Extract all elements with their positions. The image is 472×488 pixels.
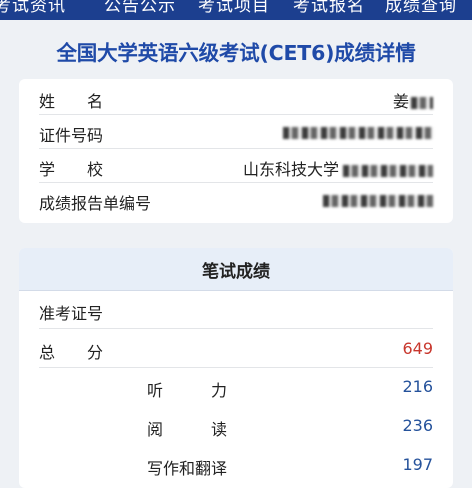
report-number-value xyxy=(323,190,433,209)
nav-item-news[interactable]: 考试资讯 xyxy=(0,0,66,16)
id-number-value xyxy=(283,122,433,141)
id-number-label: 证件号码 xyxy=(39,126,104,145)
reading-score: 236 xyxy=(402,416,433,435)
nav-item-announcements[interactable]: 公告公示 xyxy=(104,0,176,16)
reading-row: 阅 读 236 xyxy=(19,407,453,445)
listening-score: 216 xyxy=(402,377,433,396)
school-label: 学 校 xyxy=(39,160,104,179)
ticket-number-label: 准考证号 xyxy=(39,304,104,323)
writing-translation-label: 写作和翻译 xyxy=(147,459,228,478)
info-row-name: 姓 名 姜 xyxy=(19,81,453,115)
top-nav: 考试资讯 公告公示 考试项目 考试报名 成绩查询 xyxy=(0,0,472,20)
total-score-value: 649 xyxy=(402,339,433,358)
written-score-card: 笔试成绩 准考证号 总 分 649 听 力 216 阅 读 236 写作和翻译 … xyxy=(19,248,453,488)
total-score-row: 总 分 649 xyxy=(19,330,453,368)
divider xyxy=(39,328,433,329)
nav-item-registration[interactable]: 考试报名 xyxy=(293,0,365,16)
page-title: 全国大学英语六级考试(CET6)成绩详情 xyxy=(56,41,416,65)
report-number-label: 成绩报告单编号 xyxy=(39,194,152,213)
written-score-header: 笔试成绩 xyxy=(19,248,453,291)
name-label: 姓 名 xyxy=(39,92,104,111)
total-score-label: 总 分 xyxy=(39,343,104,362)
reading-label: 阅 读 xyxy=(147,420,228,439)
candidate-info-card: 姓 名 姜 证件号码 学 校 山东科技大学 成绩报告单编号 xyxy=(19,79,453,223)
ticket-number-row: 准考证号 xyxy=(19,291,453,329)
written-score-title: 笔试成绩 xyxy=(202,262,270,282)
writing-translation-score: 197 xyxy=(402,455,433,474)
nav-item-exam-projects[interactable]: 考试项目 xyxy=(198,0,270,16)
listening-label: 听 力 xyxy=(147,381,228,400)
writing-translation-row: 写作和翻译 197 xyxy=(19,446,453,484)
info-row-report-number: 成绩报告单编号 xyxy=(19,183,453,217)
info-row-id-number: 证件号码 xyxy=(19,115,453,149)
name-value: 姜 xyxy=(393,88,433,112)
nav-item-score-query[interactable]: 成绩查询 xyxy=(385,0,457,16)
info-row-school: 学 校 山东科技大学 xyxy=(19,149,453,183)
school-value: 山东科技大学 xyxy=(243,156,433,180)
listening-row: 听 力 216 xyxy=(19,368,453,406)
